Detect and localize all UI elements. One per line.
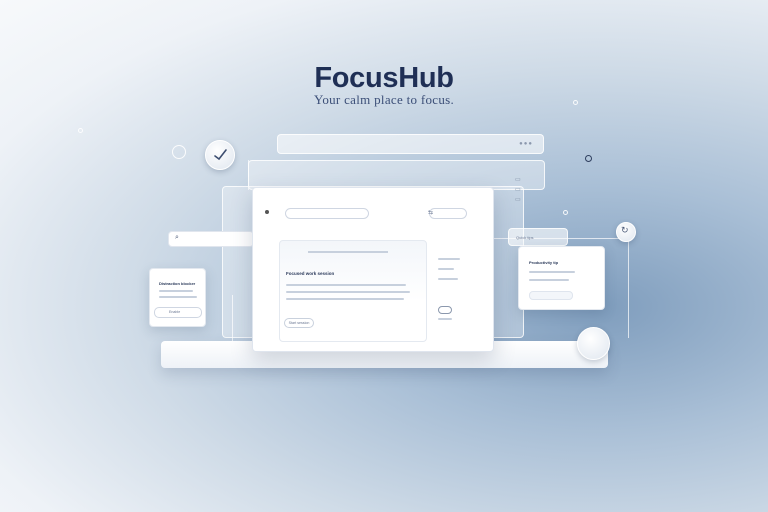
text-line bbox=[159, 290, 193, 292]
refresh-button[interactable]: ↻ bbox=[616, 222, 636, 242]
text-line bbox=[438, 268, 454, 270]
right-tip-card: Productivity tip bbox=[518, 246, 605, 310]
floating-search[interactable]: ⌕ bbox=[168, 231, 254, 247]
app-title: FocusHub bbox=[314, 62, 454, 94]
tip-action-pill[interactable] bbox=[529, 291, 573, 300]
focus-session-card: Focused work session Start session bbox=[279, 240, 427, 342]
card-heading: Focused work session bbox=[286, 271, 335, 276]
enable-button[interactable]: Enable bbox=[154, 307, 202, 318]
app-tagline: Your calm place to focus. bbox=[313, 92, 455, 107]
refresh-icon: ↻ bbox=[621, 225, 629, 235]
right-card-title: Productivity tip bbox=[529, 260, 559, 265]
decor-dot bbox=[585, 155, 592, 162]
text-line bbox=[286, 284, 406, 286]
text-line bbox=[438, 258, 460, 260]
text-line bbox=[286, 291, 410, 293]
side-icon-strip: ▭ ▭ ▭ bbox=[515, 177, 521, 203]
left-card-title: Distraction blocker bbox=[159, 281, 196, 286]
round-action-button[interactable] bbox=[577, 327, 610, 360]
toolbar-pill[interactable]: ⇆ bbox=[428, 208, 467, 219]
decor-dot bbox=[172, 145, 186, 159]
decor-dot bbox=[563, 210, 568, 215]
text-line bbox=[286, 298, 404, 300]
text-line bbox=[438, 278, 458, 280]
start-session-button[interactable]: Start session bbox=[284, 318, 314, 328]
text-line bbox=[159, 296, 197, 298]
window-controls: ●●● bbox=[519, 141, 533, 147]
check-badge[interactable] bbox=[205, 140, 235, 170]
window-dot bbox=[265, 210, 269, 214]
check-icon bbox=[214, 149, 227, 161]
search-icon: ⌕ bbox=[175, 234, 179, 241]
text-line bbox=[438, 318, 452, 320]
enable-button-label: Enable bbox=[169, 310, 181, 314]
main-app-window: ⇆ Focused work session Start session bbox=[252, 187, 494, 352]
background-window: ●●● bbox=[277, 134, 544, 154]
text-line bbox=[529, 271, 575, 273]
address-bar[interactable] bbox=[285, 208, 369, 219]
text-line bbox=[529, 279, 569, 281]
card-header-bar bbox=[308, 251, 388, 253]
right-panel-label: Quick tips bbox=[516, 235, 534, 240]
right-panel: Quick tips bbox=[508, 228, 568, 246]
connector-line bbox=[628, 238, 629, 338]
brand-header: FocusHub Your calm place to focus. bbox=[0, 62, 768, 108]
toggle-icon[interactable] bbox=[438, 306, 452, 314]
left-feature-card: Distraction blocker Enable bbox=[149, 268, 206, 327]
decor-dot bbox=[78, 128, 83, 133]
link-icon: ⇆ bbox=[428, 210, 434, 216]
decor-dot bbox=[573, 100, 578, 105]
